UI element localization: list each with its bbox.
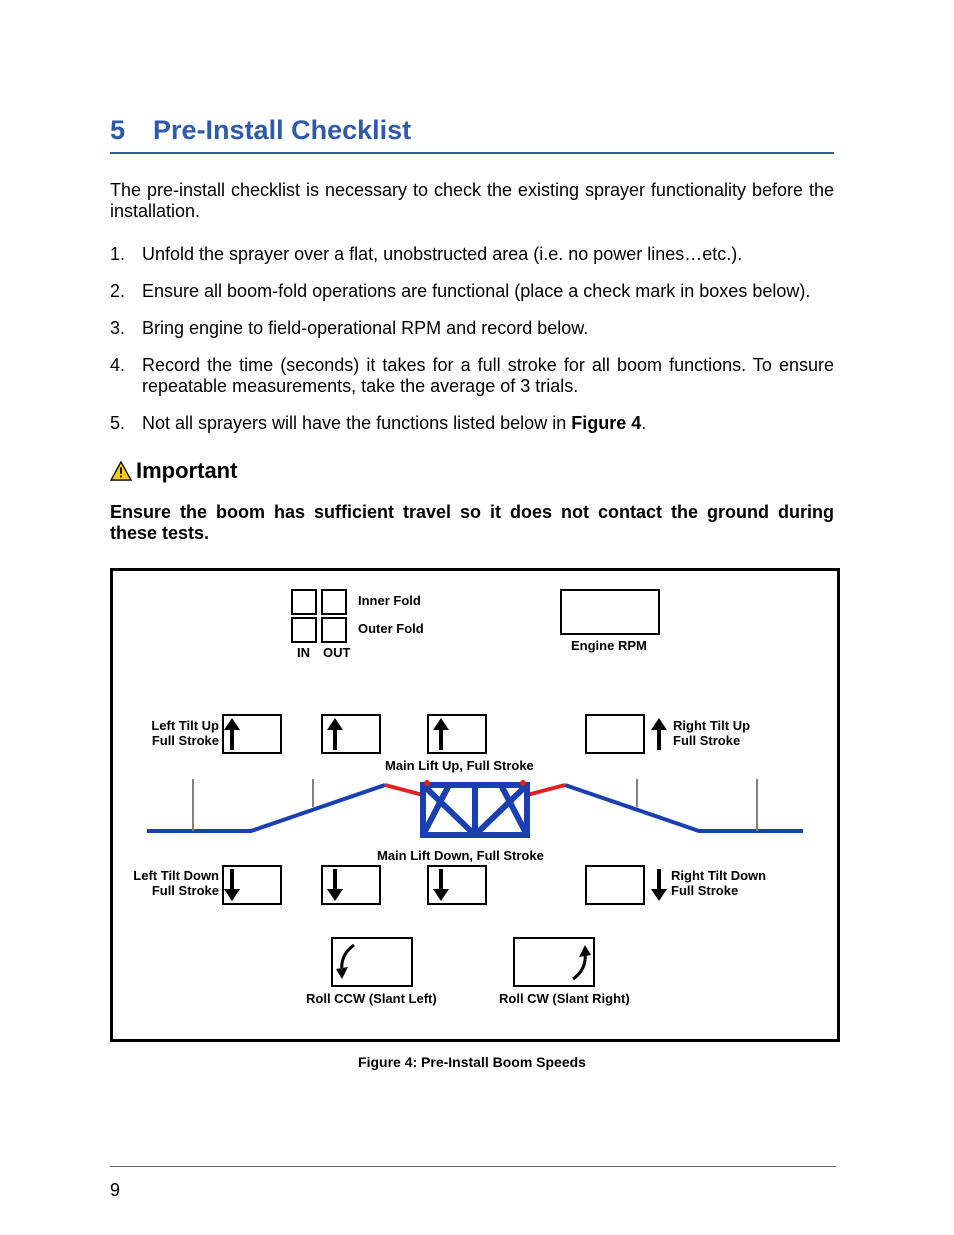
label-left-tilt-up: Left Tilt Up Full Stroke: [139, 719, 219, 749]
arrow-up-icon: [327, 718, 343, 750]
list-item: 1. Unfold the sprayer over a flat, unobs…: [110, 244, 834, 265]
item-text: Record the time (seconds) it takes for a…: [142, 355, 834, 397]
list-item: 3. Bring engine to field-operational RPM…: [110, 318, 834, 339]
item-text: Bring engine to field-operational RPM an…: [142, 318, 834, 339]
arrow-down-icon: [224, 869, 240, 901]
label-right-tilt-down: Right Tilt Down Full Stroke: [671, 869, 766, 899]
checkbox-in-inner-fold[interactable]: [291, 589, 317, 615]
item-number: 2.: [110, 281, 130, 302]
checkbox-in-outer-fold[interactable]: [291, 617, 317, 643]
item-text: Unfold the sprayer over a flat, unobstru…: [142, 244, 834, 265]
figure-pre-install-boom-speeds: Inner Fold Outer Fold IN OUT Engine RPM …: [110, 568, 840, 1042]
label-main-lift-down: Main Lift Down, Full Stroke: [377, 849, 544, 864]
list-item: 2. Ensure all boom-fold operations are f…: [110, 281, 834, 302]
arrow-down-icon: [433, 869, 449, 901]
checkbox-out-outer-fold[interactable]: [321, 617, 347, 643]
footer-rule: [110, 1166, 836, 1167]
label-outer-fold: Outer Fold: [358, 622, 424, 637]
label-roll-ccw: Roll CCW (Slant Left): [306, 992, 437, 1007]
checkbox-out-inner-fold[interactable]: [321, 589, 347, 615]
item-number: 5.: [110, 413, 130, 434]
item-number: 1.: [110, 244, 130, 265]
section-number: 5: [110, 115, 125, 146]
checklist: 1. Unfold the sprayer over a flat, unobs…: [110, 244, 834, 434]
list-item: 5. Not all sprayers will have the functi…: [110, 413, 834, 434]
label-main-lift-up: Main Lift Up, Full Stroke: [385, 759, 534, 774]
important-heading: Important: [110, 458, 834, 484]
list-item: 4. Record the time (seconds) it takes fo…: [110, 355, 834, 397]
arrow-ccw-icon: [336, 943, 358, 981]
important-label: Important: [136, 458, 237, 484]
arrow-down-icon: [651, 869, 667, 901]
item-text: Ensure all boom-fold operations are func…: [142, 281, 834, 302]
section-title: Pre-Install Checklist: [153, 115, 411, 146]
arrow-up-icon: [433, 718, 449, 750]
warning-icon: [110, 461, 132, 481]
input-engine-rpm[interactable]: [560, 589, 660, 635]
important-body: Ensure the boom has sufficient travel so…: [110, 502, 834, 544]
arrow-cw-icon: [569, 943, 591, 981]
figure-caption: Figure 4: Pre-Install Boom Speeds: [110, 1054, 834, 1070]
label-roll-cw: Roll CW (Slant Right): [499, 992, 630, 1007]
label-in: IN: [297, 646, 310, 661]
item-number: 4.: [110, 355, 130, 397]
arrow-down-icon: [327, 869, 343, 901]
input-right-tilt-down[interactable]: [585, 865, 645, 905]
input-right-tilt-up[interactable]: [585, 714, 645, 754]
label-engine-rpm: Engine RPM: [571, 639, 647, 654]
label-out: OUT: [323, 646, 350, 661]
section-heading: 5 Pre-Install Checklist: [110, 115, 834, 154]
item-text: Not all sprayers will have the functions…: [142, 413, 834, 434]
label-right-tilt-up: Right Tilt Up Full Stroke: [673, 719, 750, 749]
boom-diagram: [133, 775, 817, 845]
label-left-tilt-down: Left Tilt Down Full Stroke: [127, 869, 219, 899]
page-number: 9: [110, 1180, 120, 1201]
item-number: 3.: [110, 318, 130, 339]
arrow-up-icon: [651, 718, 667, 750]
arrow-up-icon: [224, 718, 240, 750]
label-inner-fold: Inner Fold: [358, 594, 421, 609]
intro-paragraph: The pre-install checklist is necessary t…: [110, 180, 834, 222]
